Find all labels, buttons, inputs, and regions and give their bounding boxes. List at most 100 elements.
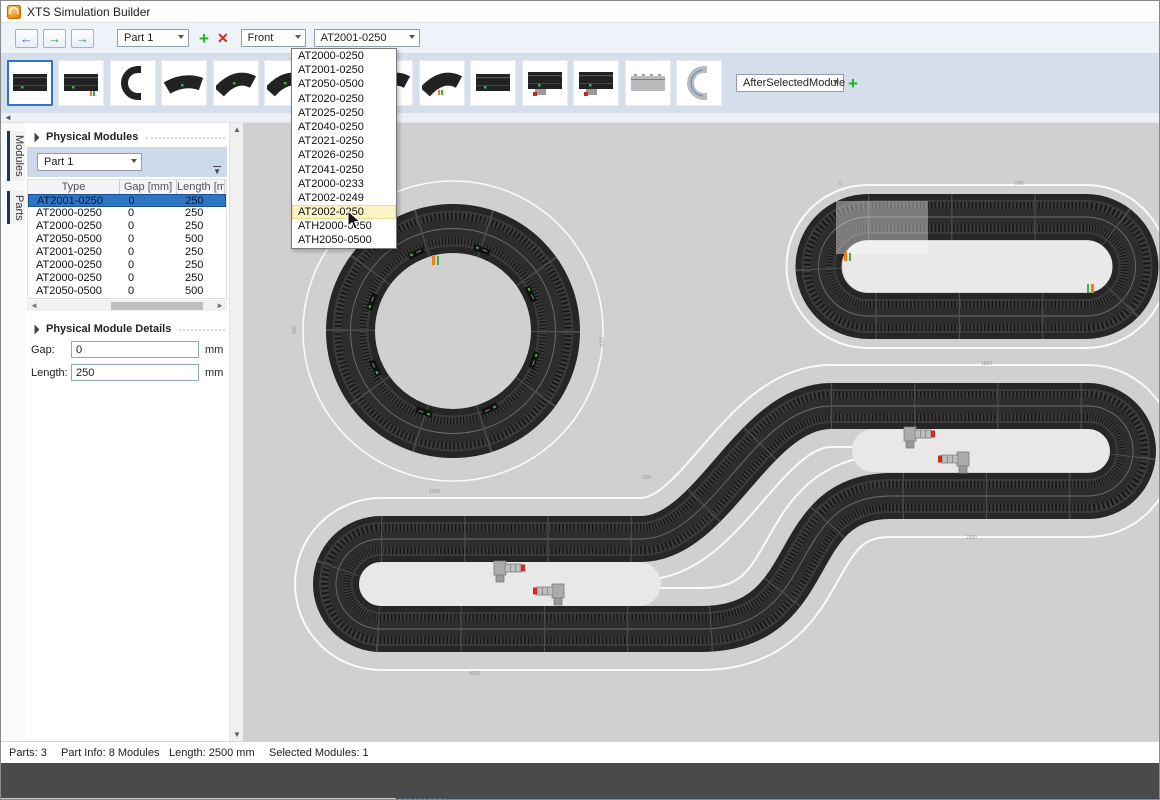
arrow-left-icon: ← <box>20 32 33 45</box>
module-thumbnail-curve-gentle[interactable] <box>161 60 207 106</box>
insert-mode-combobox[interactable]: AfterSelectedModule <box>736 74 844 92</box>
dropdown-item[interactable]: AT2026-0250 <box>292 148 396 162</box>
module-thumbnail-straight[interactable] <box>470 60 516 106</box>
module-thumbnail-straight-marks[interactable] <box>58 60 104 106</box>
dropdown-item[interactable]: AT2000-0233 <box>292 177 396 191</box>
insert-module-button[interactable]: + <box>848 75 858 92</box>
table-row[interactable]: AT2000-02500250 <box>28 272 226 285</box>
table-row[interactable]: AT2000-02500250 <box>28 220 226 233</box>
x-icon: ✕ <box>217 30 229 46</box>
module-thumbnail-curve-marks[interactable] <box>419 60 465 106</box>
dropdown-item[interactable]: ATH2050-0500 <box>292 233 396 247</box>
scroll-down-icon[interactable]: ▼ <box>233 730 241 739</box>
expander-icon <box>30 132 40 142</box>
gap-unit: mm <box>205 344 223 356</box>
delete-part-button[interactable]: ✕ <box>217 31 229 45</box>
dropdown-item[interactable]: ATH2000-0250 <box>292 219 396 233</box>
scroll-up-icon[interactable]: ▲ <box>233 125 241 134</box>
sidebar: Physical Modules Part 1 ▼ Type Gap [mm] … <box>25 123 229 741</box>
part-select-combobox[interactable]: Part 1 <box>117 29 189 47</box>
part-select-value: Part 1 <box>124 32 153 44</box>
scrollbar-thumb[interactable] <box>111 302 203 310</box>
module-type-combobox[interactable]: AT2001-0250 <box>314 29 420 47</box>
col-type[interactable]: Type <box>28 180 120 194</box>
curve-marks-icon <box>422 63 462 103</box>
length-field[interactable] <box>71 364 199 381</box>
nav-forward-button[interactable]: → <box>43 29 66 48</box>
status-bar: Parts: 3 Part Info: 8 Modules Length: 25… <box>1 741 1159 763</box>
dropdown-item[interactable]: AT2001-0250 <box>292 63 396 77</box>
guide-label: 2900 <box>966 535 977 541</box>
guide-label: 0 <box>839 181 842 187</box>
half-circle-icon <box>113 63 153 103</box>
dropdown-item[interactable]: AT2050-0500 <box>292 77 396 91</box>
table-header-row[interactable]: Type Gap [mm] Length [mm] <box>28 180 226 194</box>
chevron-down-icon <box>178 35 184 39</box>
table-row[interactable]: AT2050-05000500 <box>28 285 226 298</box>
table-row[interactable]: AT2000-02500250 <box>28 207 226 220</box>
guide-label: 4000 <box>469 671 480 677</box>
nav-back-button[interactable]: ← <box>15 29 38 48</box>
length-label: Length: <box>31 367 71 379</box>
dropdown-item[interactable]: AT2020-0250 <box>292 92 396 106</box>
dropdown-item[interactable]: AT2002-0250 <box>292 205 396 219</box>
guide-label: 500 <box>1015 181 1023 187</box>
table-row[interactable]: AT2001-02500250 <box>28 194 226 207</box>
dropdown-item[interactable]: AT2002-0249 <box>292 191 396 205</box>
col-gap[interactable]: Gap [mm] <box>120 180 177 194</box>
module-details-header[interactable]: Physical Module Details <box>31 323 225 335</box>
module-thumbnail-curve[interactable] <box>213 60 259 106</box>
main-toolbar: ← → → Part 1 + ✕ Front AT2001-0250 <box>1 23 1159 53</box>
module-thumbnail-gray-straight[interactable] <box>625 60 671 106</box>
straight-icon <box>473 63 513 103</box>
table-row[interactable]: AT2050-05000500 <box>28 233 226 246</box>
gray-straight-icon <box>628 63 668 103</box>
app-window: XTS Simulation Builder ← → → Part 1 + ✕ … <box>0 0 1160 800</box>
dropdown-item[interactable]: AT2025-0250 <box>292 106 396 120</box>
pin-icon[interactable]: ▼ <box>213 166 221 175</box>
side-select-value: Front <box>248 32 274 44</box>
physical-modules-header[interactable]: Physical Modules <box>31 131 225 143</box>
module-thumbnail-gray-half-circle[interactable] <box>676 60 722 106</box>
module-thumbnail-straight-mover[interactable] <box>573 60 619 106</box>
sidebar-part-combobox[interactable]: Part 1 <box>37 153 142 171</box>
col-length[interactable]: Length [mm] <box>177 180 225 194</box>
straight-mover-icon <box>525 63 565 103</box>
expander-icon <box>30 324 40 334</box>
dropdown-item[interactable]: AT2021-0250 <box>292 134 396 148</box>
sidebar-vertical-scrollbar[interactable]: ▲ ▼ <box>229 123 243 741</box>
scroll-left-icon[interactable]: ◄ <box>30 300 38 311</box>
module-type-dropdown-list[interactable]: AT2000-0250AT2001-0250AT2050-0500AT2020-… <box>291 48 397 249</box>
gap-field[interactable] <box>71 341 199 358</box>
guide-label: 1000 <box>598 336 604 347</box>
add-part-button[interactable]: + <box>199 30 209 47</box>
scroll-right-icon[interactable]: ► <box>216 300 224 311</box>
sidebar-part-value: Part 1 <box>44 156 73 168</box>
dropdown-item[interactable]: AT2040-0250 <box>292 120 396 134</box>
arrow-right-icon: → <box>48 32 61 45</box>
module-thumbnail-half-circle[interactable] <box>110 60 156 106</box>
part-panel: Part 1 ▼ <box>27 147 227 177</box>
module-thumbnail-straight-mover[interactable] <box>522 60 568 106</box>
insert-mode-value: AfterSelectedModule <box>743 77 845 89</box>
module-details-title: Physical Module Details <box>46 323 171 335</box>
length-unit: mm <box>205 367 223 379</box>
dropdown-item[interactable]: AT2041-0250 <box>292 163 396 177</box>
straight-icon <box>10 63 50 103</box>
physical-modules-title: Physical Modules <box>46 131 138 143</box>
chevron-down-icon <box>409 35 415 39</box>
table-row[interactable]: AT2001-02500250 <box>28 246 226 259</box>
scroll-left-icon[interactable]: ◄ <box>4 113 12 122</box>
table-row[interactable]: AT2000-02500250 <box>28 259 226 272</box>
module-thumbnail-straight[interactable] <box>7 60 53 106</box>
modules-table: Type Gap [mm] Length [mm] AT2001-0250025… <box>27 179 227 299</box>
palette-scrollbar[interactable]: ◄ <box>1 113 1159 123</box>
dropdown-item[interactable]: AT2000-0250 <box>292 49 396 63</box>
curve-icon <box>216 63 256 103</box>
side-select-combobox[interactable]: Front <box>241 29 306 47</box>
table-horizontal-scrollbar[interactable]: ◄ ► <box>27 300 227 311</box>
chevron-down-icon <box>131 159 137 163</box>
lower-panel <box>1 763 1159 798</box>
nav-next-part-button[interactable]: → <box>71 29 94 48</box>
title-bar: XTS Simulation Builder <box>1 1 1159 23</box>
